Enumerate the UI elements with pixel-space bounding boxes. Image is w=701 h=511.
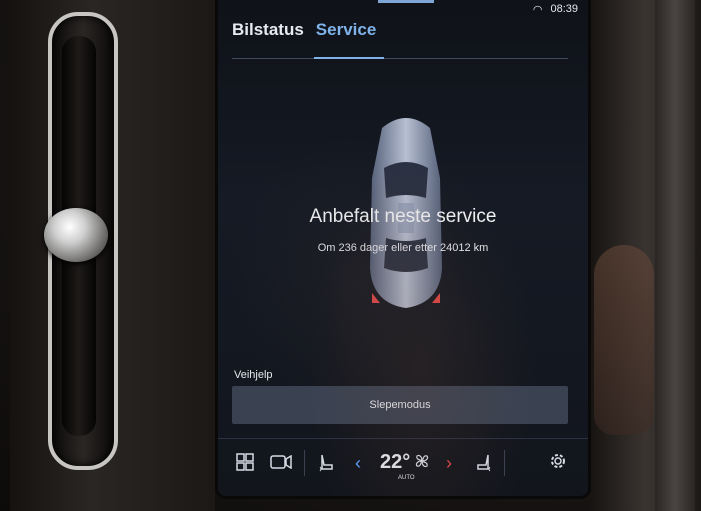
- seat-heat-left-icon[interactable]: [318, 453, 334, 473]
- tab-bar: Bilstatus Service: [232, 20, 376, 40]
- hand-reflection: [594, 245, 654, 435]
- status-bar: ◠ 08:39: [533, 2, 578, 16]
- right-trim: [655, 0, 695, 511]
- climate-separator: [504, 450, 505, 476]
- tab-service[interactable]: Service: [316, 20, 377, 40]
- chevron-left-icon[interactable]: ‹: [355, 453, 361, 474]
- seat-heat-right-icon[interactable]: [476, 453, 492, 473]
- camera-icon[interactable]: [270, 455, 292, 469]
- service-headline: Anbefalt neste service: [309, 206, 497, 227]
- notification-icon: ◠: [532, 3, 543, 16]
- chevron-right-icon[interactable]: ›: [446, 453, 452, 474]
- tab-active-indicator: [314, 57, 384, 59]
- tow-mode-button[interactable]: Slepemodus: [232, 386, 568, 424]
- gear-icon[interactable]: [548, 451, 568, 471]
- temperature-value[interactable]: 22°: [380, 451, 410, 474]
- center-display: ◠ 08:39 Bilstatus Service Anbefalt neste…: [218, 0, 588, 496]
- roadside-section-label: Veihjelp: [234, 369, 273, 381]
- vent-knob: [44, 208, 108, 262]
- tab-bilstatus[interactable]: Bilstatus: [232, 20, 304, 40]
- clock: 08:39: [550, 3, 578, 15]
- apps-grid-icon[interactable]: [236, 453, 254, 471]
- fan-icon[interactable]: [414, 453, 430, 469]
- climate-separator: [304, 450, 305, 476]
- tab-divider: [232, 58, 568, 59]
- top-pull-indicator[interactable]: [378, 0, 434, 3]
- climate-auto-label: AUTO: [398, 475, 415, 481]
- climate-bar: ‹ 22° AUTO ›: [218, 438, 588, 489]
- service-detail: Om 236 dager eller etter 24012 km: [317, 242, 489, 254]
